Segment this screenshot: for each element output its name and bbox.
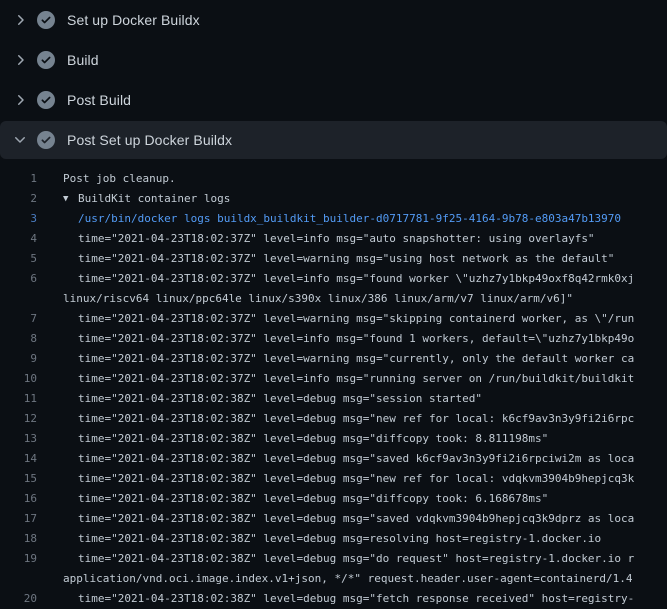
- log-line-text: time="2021-04-23T18:02:37Z" level=info m…: [78, 372, 634, 385]
- log-line-number[interactable]: [0, 289, 37, 309]
- log-line: 6 ▼time="2021-04-23T18:02:37Z" level=inf…: [0, 269, 667, 289]
- log-line: ▼application/vnd.oci.image.index.v1+json…: [0, 569, 667, 589]
- log-line-text: time="2021-04-23T18:02:38Z" level=debug …: [78, 472, 634, 485]
- step-header-set-up-docker-buildx[interactable]: Set up Docker Buildx: [0, 0, 667, 40]
- log-line-number[interactable]: 11: [0, 389, 37, 409]
- log-line: 20 ▼time="2021-04-23T18:02:38Z" level=de…: [0, 589, 667, 609]
- step-header-build[interactable]: Build: [0, 40, 667, 80]
- chevron-right-icon[interactable]: [12, 92, 28, 108]
- log-line-number[interactable]: 2: [0, 189, 37, 209]
- log-line-number[interactable]: 9: [0, 349, 37, 369]
- log-line: 11 ▼time="2021-04-23T18:02:38Z" level=de…: [0, 389, 667, 409]
- step-label: Post Build: [67, 92, 131, 108]
- log-line-number[interactable]: 13: [0, 429, 37, 449]
- check-circle-icon: [37, 131, 55, 149]
- log-line-number[interactable]: 14: [0, 449, 37, 469]
- log-line-text: time="2021-04-23T18:02:37Z" level=warnin…: [78, 312, 634, 325]
- log-line-text: Post job cleanup.: [63, 172, 176, 185]
- log-line: 2 ▼BuildKit container logs: [0, 189, 667, 209]
- log-line-text: application/vnd.oci.image.index.v1+json,…: [63, 572, 633, 585]
- step-header-post-build[interactable]: Post Build: [0, 80, 667, 120]
- log-line-text: time="2021-04-23T18:02:38Z" level=debug …: [78, 512, 634, 525]
- log-line-text: BuildKit container logs: [78, 192, 230, 205]
- log-line: 3 ▼/usr/bin/docker logs buildx_buildkit_…: [0, 209, 667, 229]
- step-label: Build: [67, 52, 99, 68]
- log-line: 15 ▼time="2021-04-23T18:02:38Z" level=de…: [0, 469, 667, 489]
- step-label: Post Set up Docker Buildx: [67, 132, 232, 148]
- log-line: 8 ▼time="2021-04-23T18:02:37Z" level=inf…: [0, 329, 667, 349]
- log-line-number[interactable]: 8: [0, 329, 37, 349]
- log-line: 17 ▼time="2021-04-23T18:02:38Z" level=de…: [0, 509, 667, 529]
- steps-list: Set up Docker Buildx Build Post Build: [0, 0, 667, 159]
- check-circle-icon: [37, 51, 55, 69]
- log-line-number[interactable]: [0, 569, 37, 589]
- log-line: 13 ▼time="2021-04-23T18:02:38Z" level=de…: [0, 429, 667, 449]
- check-circle-icon: [37, 91, 55, 109]
- log-line-text: time="2021-04-23T18:02:38Z" level=debug …: [78, 592, 634, 605]
- log-line-number[interactable]: 12: [0, 409, 37, 429]
- log-line: 7 ▼time="2021-04-23T18:02:37Z" level=war…: [0, 309, 667, 329]
- log-line-number[interactable]: 16: [0, 489, 37, 509]
- check-circle-icon: [37, 11, 55, 29]
- log-line-number[interactable]: 3: [0, 209, 37, 229]
- log-line-number[interactable]: 5: [0, 249, 37, 269]
- log-line: 5 ▼time="2021-04-23T18:02:37Z" level=war…: [0, 249, 667, 269]
- chevron-right-icon[interactable]: [12, 12, 28, 28]
- log-line: 9 ▼time="2021-04-23T18:02:37Z" level=war…: [0, 349, 667, 369]
- log-line-number[interactable]: 1: [0, 169, 37, 189]
- log-line-text: time="2021-04-23T18:02:38Z" level=debug …: [78, 432, 548, 445]
- log-line-text: time="2021-04-23T18:02:37Z" level=info m…: [78, 272, 634, 285]
- log-line: ▼linux/riscv64 linux/ppc64le linux/s390x…: [0, 289, 667, 309]
- log-line-text: time="2021-04-23T18:02:38Z" level=debug …: [78, 532, 601, 545]
- log-line-number[interactable]: 7: [0, 309, 37, 329]
- log-line-number[interactable]: 6: [0, 269, 37, 289]
- log-area: 1 ▼Post job cleanup. 2 ▼BuildKit contain…: [0, 159, 667, 609]
- log-line-text: time="2021-04-23T18:02:38Z" level=debug …: [78, 392, 482, 405]
- log-line-number[interactable]: 17: [0, 509, 37, 529]
- step-header-post-set-up-docker-buildx[interactable]: Post Set up Docker Buildx: [0, 121, 667, 159]
- log-line: 12 ▼time="2021-04-23T18:02:38Z" level=de…: [0, 409, 667, 429]
- log-line: 19 ▼time="2021-04-23T18:02:38Z" level=de…: [0, 549, 667, 569]
- log-line-text: linux/riscv64 linux/ppc64le linux/s390x …: [63, 292, 573, 305]
- log-line-text: time="2021-04-23T18:02:38Z" level=debug …: [78, 492, 548, 505]
- log-line-number[interactable]: 10: [0, 369, 37, 389]
- log-line-text: time="2021-04-23T18:02:38Z" level=debug …: [78, 412, 634, 425]
- log-line-text: time="2021-04-23T18:02:37Z" level=info m…: [78, 332, 634, 345]
- log-line-number[interactable]: 4: [0, 229, 37, 249]
- log-line-text: time="2021-04-23T18:02:38Z" level=debug …: [78, 452, 634, 465]
- log-line-number[interactable]: 15: [0, 469, 37, 489]
- log-line-number[interactable]: 18: [0, 529, 37, 549]
- log-line: 18 ▼time="2021-04-23T18:02:38Z" level=de…: [0, 529, 667, 549]
- log-line: 4 ▼time="2021-04-23T18:02:37Z" level=inf…: [0, 229, 667, 249]
- log-line: 10 ▼time="2021-04-23T18:02:37Z" level=in…: [0, 369, 667, 389]
- step-label: Set up Docker Buildx: [67, 12, 200, 28]
- log-line-text: /usr/bin/docker logs buildx_buildkit_bui…: [78, 212, 621, 225]
- log-line-text: time="2021-04-23T18:02:37Z" level=warnin…: [78, 252, 614, 265]
- log-line: 14 ▼time="2021-04-23T18:02:38Z" level=de…: [0, 449, 667, 469]
- log-line-number[interactable]: 19: [0, 549, 37, 569]
- log-line: 16 ▼time="2021-04-23T18:02:38Z" level=de…: [0, 489, 667, 509]
- chevron-down-icon[interactable]: [12, 132, 28, 148]
- log-line: 1 ▼Post job cleanup.: [0, 169, 667, 189]
- collapse-triangle-icon[interactable]: ▼: [63, 189, 78, 209]
- log-line-number[interactable]: 20: [0, 589, 37, 609]
- log-line-text: time="2021-04-23T18:02:38Z" level=debug …: [78, 552, 634, 565]
- log-line-text: time="2021-04-23T18:02:37Z" level=warnin…: [78, 352, 634, 365]
- chevron-right-icon[interactable]: [12, 52, 28, 68]
- log-line-text: time="2021-04-23T18:02:37Z" level=info m…: [78, 232, 595, 245]
